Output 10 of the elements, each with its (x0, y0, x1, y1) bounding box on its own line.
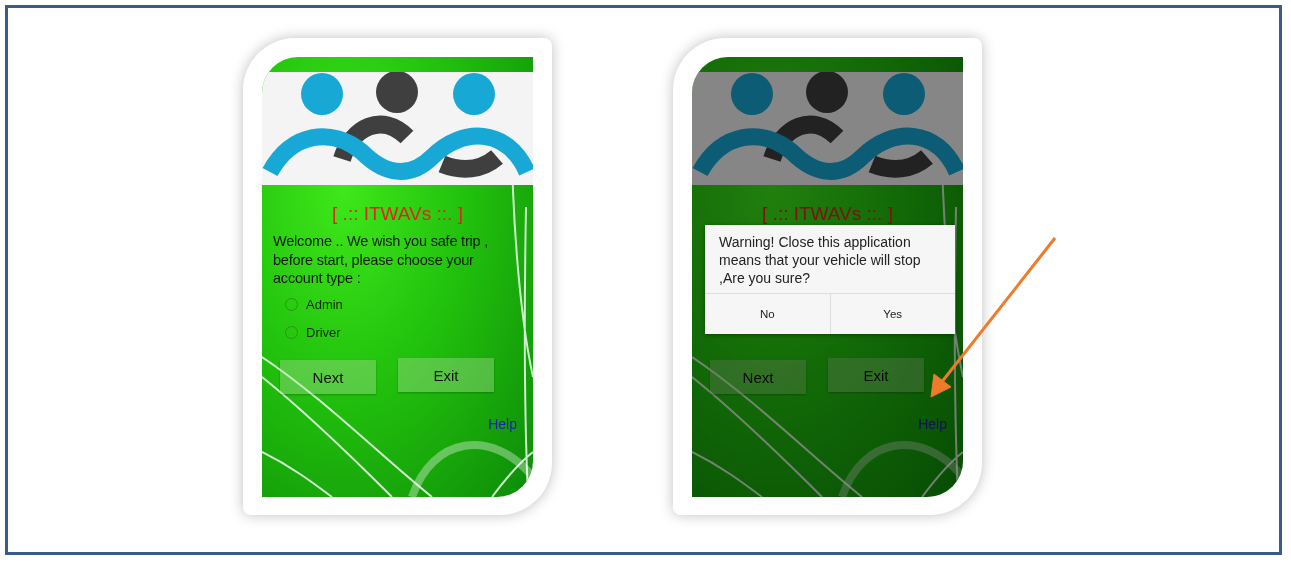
app-title: [ .:: ITWAVs ::. ] (331, 202, 464, 226)
no-button[interactable]: No (705, 294, 830, 334)
option-label[interactable]: Admin (306, 297, 343, 312)
exit-button[interactable]: Exit (398, 358, 494, 392)
app-title: [ .:: ITWAVs ::. ] (761, 202, 894, 226)
dialog-message: Warning! Close this application means that your vehicle will stop ,Are you sure? (718, 233, 922, 288)
next-button[interactable]: Next (280, 360, 376, 394)
yes-button[interactable]: Yes (829, 294, 955, 334)
option-label[interactable]: Driver (306, 325, 341, 340)
welcome-message: Welcome .. We wish you safe trip , before start, please choose your account type : (273, 232, 490, 288)
